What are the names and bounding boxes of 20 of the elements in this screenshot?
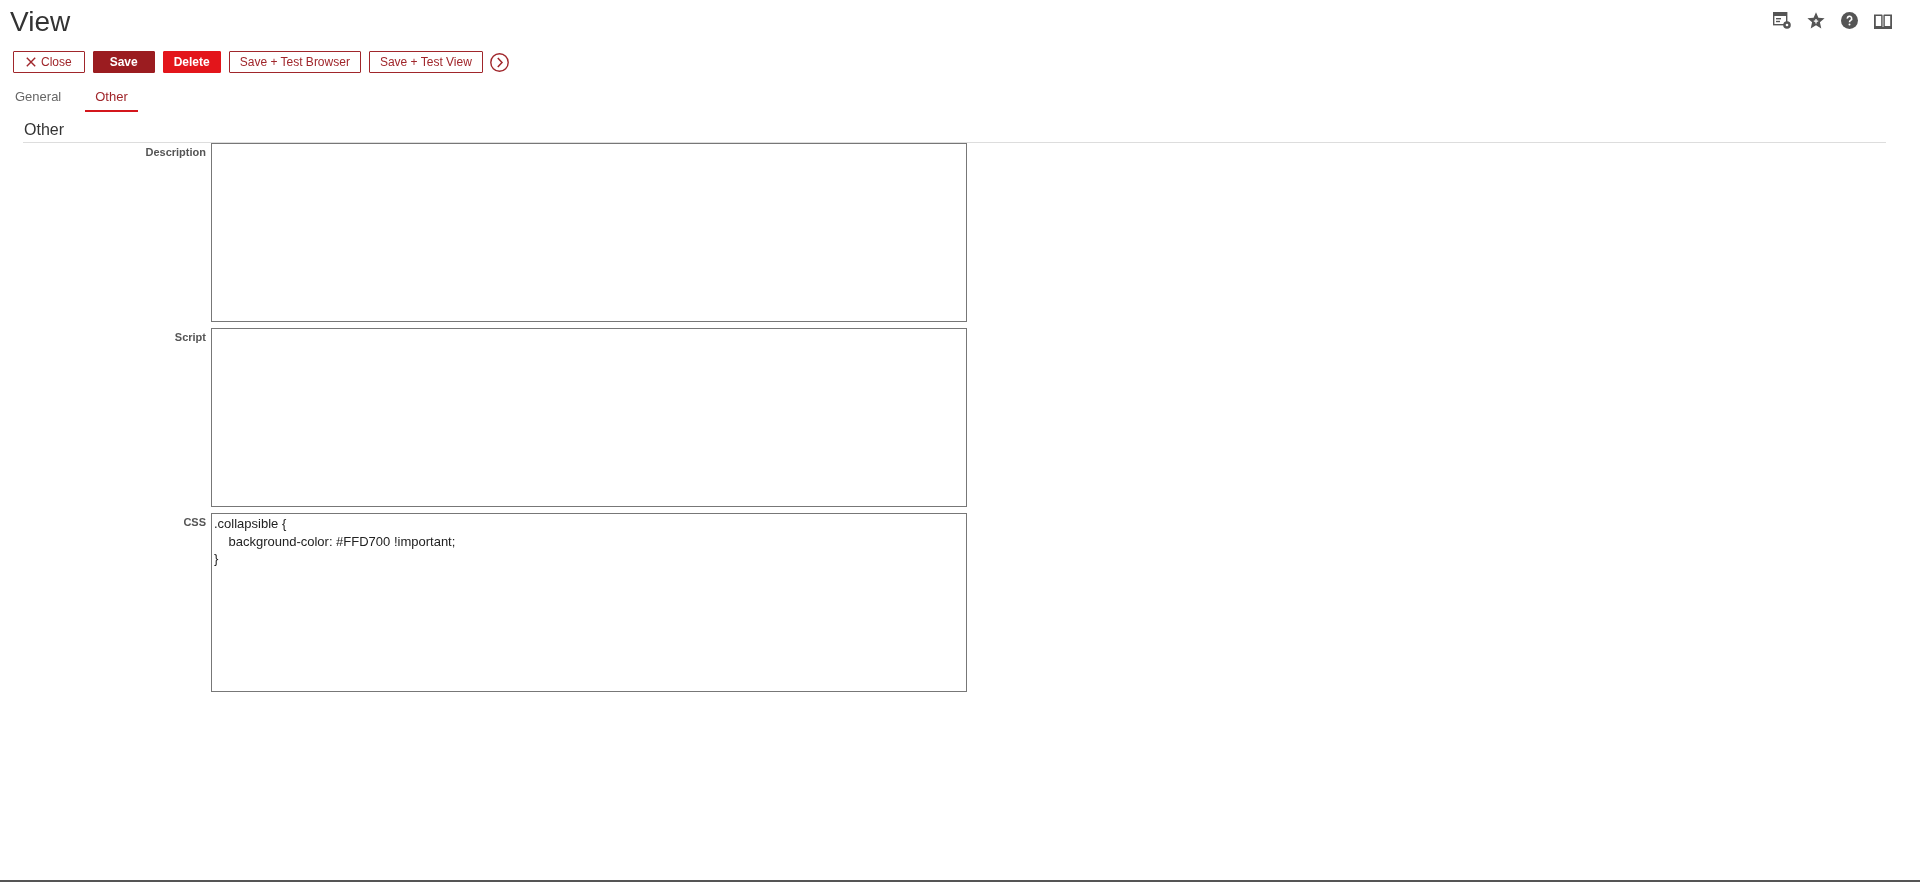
script-field[interactable] — [211, 328, 967, 507]
delete-button[interactable]: Delete — [162, 51, 221, 73]
page-title: View — [10, 6, 71, 38]
save-test-button[interactable]: Save + Test Browser — [228, 51, 361, 73]
chevron-circle-icon[interactable] — [489, 52, 509, 72]
close-button[interactable]: Close — [13, 51, 85, 73]
css-field[interactable]: .collapsible { background-color: #FFD700 !important; } — [211, 513, 967, 692]
description-field[interactable] — [211, 143, 967, 322]
field-label: Script — [174, 330, 206, 344]
help-icon[interactable] — [1841, 12, 1858, 29]
field-label: CSS — [183, 515, 206, 529]
star-icon[interactable] — [1807, 12, 1825, 29]
save-button[interactable]: Save — [92, 51, 155, 73]
save-test-button[interactable]: Save + Test View — [368, 51, 483, 73]
field-label: Description — [145, 145, 206, 159]
close-icon — [26, 57, 36, 67]
tab[interactable]: Other — [85, 73, 138, 112]
tab[interactable]: General — [5, 73, 72, 112]
book-icon[interactable] — [1874, 12, 1892, 29]
form-settings-icon[interactable] — [1773, 12, 1791, 29]
